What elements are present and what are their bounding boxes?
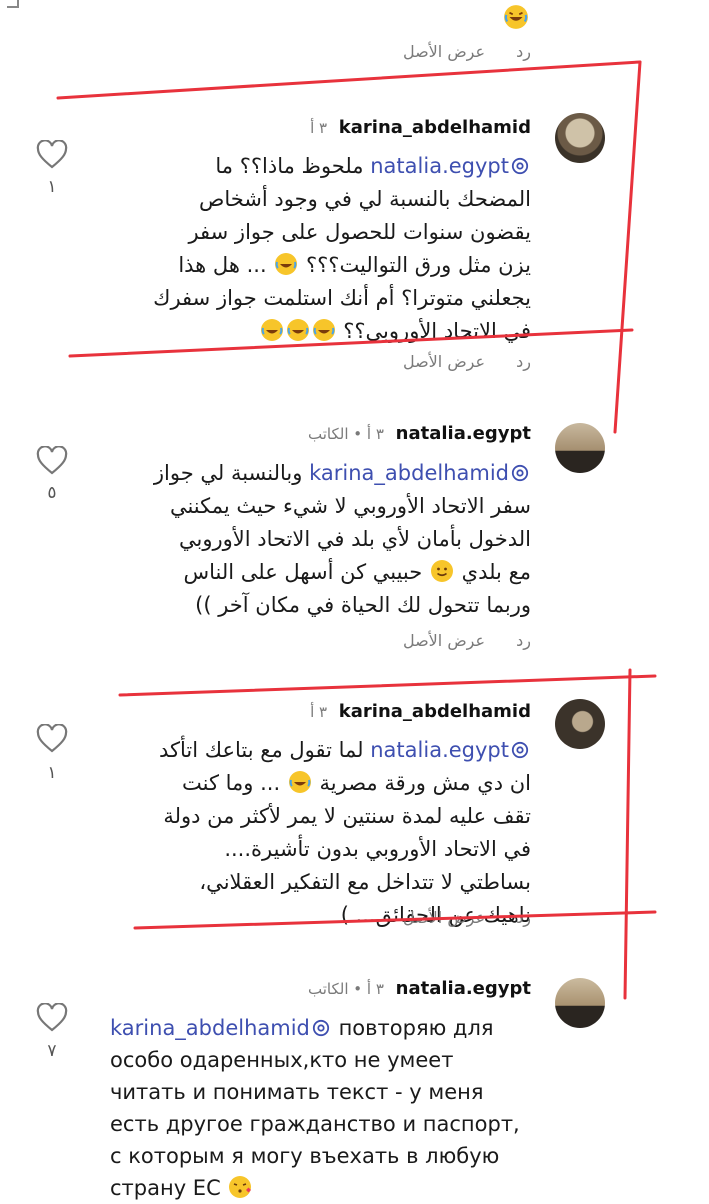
heart-icon[interactable] [36, 446, 68, 476]
kissing-emoji-icon [229, 1176, 252, 1198]
see-original-button[interactable]: عرض الأصل [403, 631, 485, 650]
reply-button[interactable]: رد [516, 908, 531, 927]
laughing-emoji-icon [275, 253, 298, 275]
see-original-button[interactable]: عرض الأصل [403, 42, 485, 61]
threads-icon [312, 1019, 329, 1037]
comment-header: ٣ أ karina_abdelhamid [310, 701, 531, 722]
comment-meta: ٣ أ [310, 119, 328, 137]
comment-header: ٣ أ karina_abdelhamid [310, 117, 531, 138]
comment-meta: ٣ أ • الكاتب [308, 425, 384, 443]
comment-actions-2: رد عرض الأصل [377, 631, 531, 650]
comment-username[interactable]: natalia.egypt [396, 423, 531, 444]
annotation-line [118, 674, 657, 697]
reply-button[interactable]: رد [516, 631, 531, 650]
laughing-emoji-icon [504, 5, 528, 29]
see-original-button[interactable]: عرض الأصل [403, 908, 485, 927]
annotation-line [56, 60, 642, 100]
annotation-line [613, 60, 642, 434]
avatar[interactable] [555, 699, 605, 749]
comment-body: karina_abdelhamid повторяю для особо ода… [110, 1012, 535, 1204]
reply-button[interactable]: رد [516, 42, 531, 61]
like-count: ١ [47, 177, 57, 197]
mention-link[interactable]: karina_abdelhamid [309, 461, 509, 485]
comment-actions-0: رد عرض الأصل [377, 42, 531, 61]
laughing-emoji-icon [286, 319, 309, 341]
heart-icon[interactable] [36, 140, 68, 170]
see-original-button[interactable]: عرض الأصل [403, 352, 485, 371]
laughing-emoji-icon [312, 319, 335, 341]
comment-header: ٣ أ • الكاتب natalia.egypt [308, 423, 531, 444]
avatar[interactable] [555, 113, 605, 163]
laughing-emoji-icon [260, 319, 283, 341]
threads-icon [511, 741, 529, 759]
comment-username[interactable]: natalia.egypt [396, 978, 531, 999]
threads-icon [511, 157, 529, 175]
like-count: ٧ [47, 1041, 57, 1061]
like-count: ٥ [47, 483, 57, 503]
avatar[interactable] [555, 978, 605, 1028]
emoji-row [259, 319, 337, 343]
comment-meta: ٣ أ • الكاتب [308, 980, 384, 998]
like-count: ١ [47, 763, 57, 783]
threads-icon [511, 464, 529, 482]
reply-button[interactable]: رد [516, 352, 531, 371]
comment-body: natalia.egypt ملحوظ ماذا؟؟ ما المضحك بال… [151, 150, 531, 348]
laughing-emoji-icon [288, 771, 311, 793]
heart-icon[interactable] [36, 1003, 68, 1033]
mention-link[interactable]: karina_abdelhamid [110, 1016, 310, 1040]
avatar[interactable] [555, 423, 605, 473]
comment-text: повторяю для особо одаренных,кто не умее… [110, 1016, 520, 1200]
mention-link[interactable]: natalia.egypt [370, 738, 509, 762]
comment-meta: ٣ أ [310, 703, 328, 721]
comment-actions-3: رد عرض الأصل [377, 908, 531, 927]
heart-icon[interactable] [36, 724, 68, 754]
mention-link[interactable]: natalia.egypt [370, 154, 509, 178]
comment-body: natalia.egypt لما تقول مع بتاعك اتأكد ان… [151, 734, 531, 932]
comment-body: karina_abdelhamid وبالنسبة لي جواز سفر ا… [151, 457, 531, 622]
annotation-line [623, 668, 632, 1000]
smiling-emoji-icon [430, 560, 453, 582]
comment-actions-1: رد عرض الأصل [377, 352, 531, 371]
partial-icon [7, 0, 19, 8]
comment-header: ٣ أ • الكاتب natalia.egypt [308, 978, 531, 999]
comment-username[interactable]: karina_abdelhamid [339, 117, 531, 138]
comment-username[interactable]: karina_abdelhamid [339, 701, 531, 722]
